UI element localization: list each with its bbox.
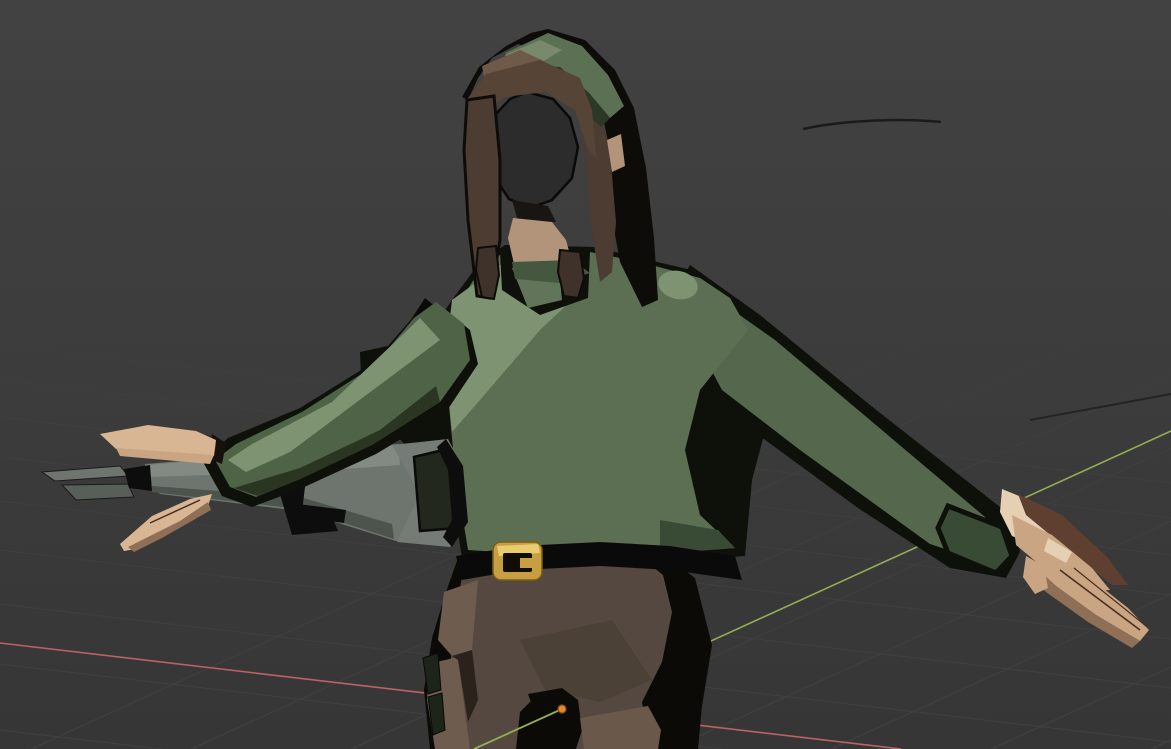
- pants[interactable]: [423, 552, 712, 749]
- viewport-canvas[interactable]: [0, 0, 1171, 749]
- buckle-tab: [520, 558, 533, 568]
- viewport-3d[interactable]: [0, 0, 1171, 749]
- chest-hair-strand-right: [558, 250, 584, 298]
- origin-point[interactable]: [558, 705, 566, 713]
